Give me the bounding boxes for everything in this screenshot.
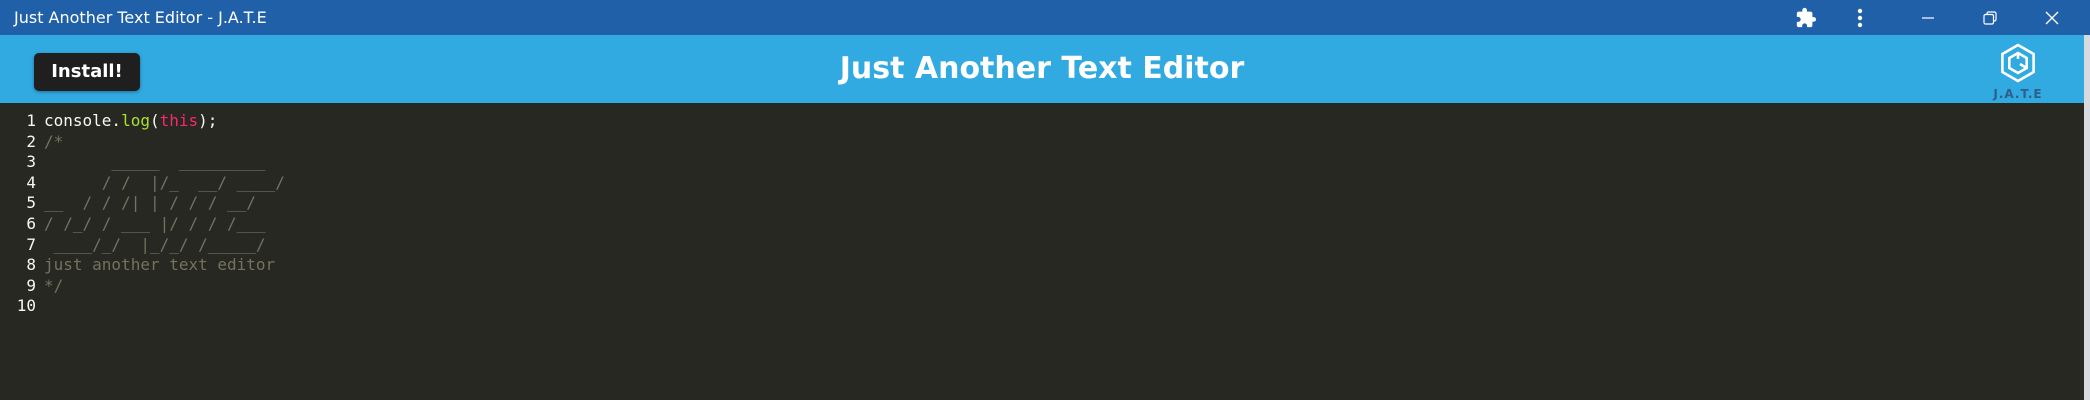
code-line[interactable]: 4 / / |/_ __/ ____/: [0, 173, 2084, 193]
code-token: / /_/ / ___ |/ / / /___: [44, 214, 266, 233]
app-title: Just Another Text Editor: [839, 51, 1245, 86]
app-header: Just Another Text Editor Install! J.A.T.…: [0, 35, 2084, 103]
code-line[interactable]: 2 /*: [0, 132, 2084, 152]
code-token: _____ _________: [44, 152, 266, 172]
logo-text: J.A.T.E: [1993, 87, 2043, 101]
install-button[interactable]: Install!: [34, 53, 140, 91]
line-number: 4: [26, 172, 36, 192]
extensions-button[interactable]: [1786, 0, 1826, 35]
code-token: / / |/_ __/ ____/: [44, 172, 285, 192]
line-number: 2: [26, 131, 36, 151]
code-token: */: [44, 275, 64, 295]
code-text: /*: [44, 132, 63, 152]
code-text: __ / / /| | / / / __/: [44, 193, 256, 213]
code-text: _____ _________: [44, 152, 266, 172]
puzzle-icon: [1795, 7, 1817, 29]
code-line[interactable]: 7 ____/_/ |_/_/ /_____/: [0, 235, 2084, 255]
close-button[interactable]: [2032, 0, 2072, 35]
window-scrollbar[interactable]: [2084, 35, 2090, 400]
window-titlebar: Just Another Text Editor - J.A.T.E: [0, 0, 2090, 35]
code-line[interactable]: 6 / /_/ / ___ |/ / / /___: [0, 214, 2084, 234]
code-token: /*: [44, 131, 64, 151]
close-icon: [2045, 11, 2059, 25]
code-token: log: [121, 111, 150, 130]
minimize-button[interactable]: [1908, 0, 1948, 35]
code-token: __ / / /| | / / / __/: [44, 193, 256, 213]
restore-button[interactable]: [1970, 0, 2010, 35]
line-number: 7: [26, 234, 36, 254]
line-number: 3: [26, 152, 36, 172]
more-button[interactable]: [1840, 0, 1880, 35]
code-text: / / |/_ __/ ____/: [44, 173, 285, 193]
code-line[interactable]: 10: [0, 296, 2084, 316]
line-number: 10: [16, 296, 36, 316]
line-number: 8: [26, 255, 36, 275]
code-text: ____/_/ |_/_/ /_____/: [44, 235, 266, 255]
code-token: this: [159, 111, 199, 130]
code-token: );: [198, 111, 218, 130]
code-token: just another text editor: [44, 255, 276, 275]
line-number: 5: [26, 193, 36, 213]
code-editor[interactable]: 1 console.log(this); 2/* 3 _____ _________ 4…: [0, 103, 2084, 400]
code-line[interactable]: 5 __ / / /| | / / / __/: [0, 193, 2084, 213]
minimize-icon: [1921, 11, 1935, 25]
code-text: console.log(this);: [44, 111, 217, 131]
restore-icon: [1983, 10, 1997, 25]
window-title: Just Another Text Editor - J.A.T.E: [14, 8, 267, 27]
code-text: */: [44, 276, 63, 296]
code-text: just another text editor: [44, 255, 275, 275]
code-text: / /_/ / ___ |/ / / /___: [44, 214, 266, 234]
code-line[interactable]: 8 just another text editor: [0, 255, 2084, 275]
jate-logo: J.A.T.E: [1985, 41, 2051, 101]
code-token: console.: [44, 111, 122, 130]
line-number: 6: [26, 214, 36, 233]
code-token: ____/_/ |_/_/ /_____/: [44, 234, 266, 254]
code-line[interactable]: 3 _____ _________: [0, 152, 2084, 172]
line-number: 1: [26, 111, 36, 130]
code-line[interactable]: 1 console.log(this);: [0, 111, 2084, 131]
more-vertical-icon: [1857, 8, 1863, 28]
code-token: (: [149, 111, 160, 130]
line-number: 9: [26, 275, 36, 295]
jate-logo-icon: [2001, 43, 2035, 83]
code-line[interactable]: 9 */: [0, 276, 2084, 296]
